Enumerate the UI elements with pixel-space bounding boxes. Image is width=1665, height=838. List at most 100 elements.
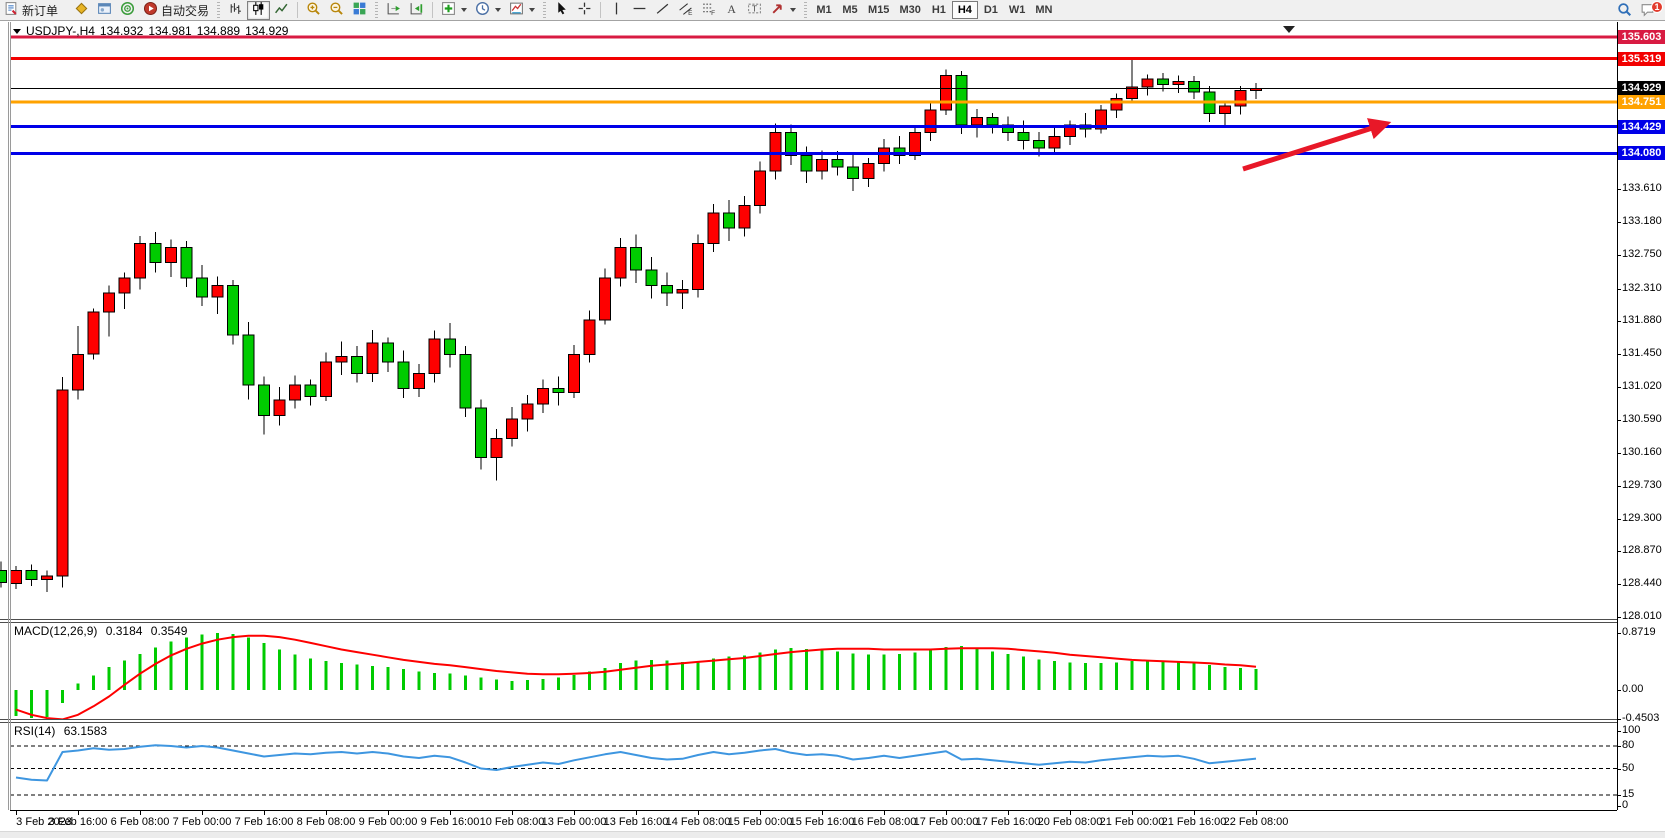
rsi-indicator-pane[interactable] xyxy=(0,722,1617,810)
rsi-tick xyxy=(1617,731,1621,732)
price-tick-label: 128.870 xyxy=(1622,544,1662,556)
templates-icon xyxy=(509,1,524,19)
macd-tick-label: 0.8719 xyxy=(1622,626,1656,638)
line-chart-button[interactable] xyxy=(270,1,293,20)
price-tick xyxy=(1617,486,1621,487)
fibonacci-icon: F xyxy=(701,1,716,19)
macd-tick xyxy=(1617,719,1621,720)
bar-chart-button[interactable] xyxy=(224,1,247,20)
text-button[interactable]: A xyxy=(720,1,743,20)
toolbar-grip xyxy=(375,2,378,18)
timeframe-d1-button[interactable]: D1 xyxy=(978,1,1004,19)
chart-shift-marker xyxy=(1283,26,1295,33)
price-tick-label: 131.020 xyxy=(1622,380,1662,392)
indicators-button[interactable] xyxy=(437,1,471,20)
rsi-label: RSI(14) 63.1583 xyxy=(14,724,107,738)
trend-arrow-annotation xyxy=(1243,124,1385,169)
cursor-button[interactable] xyxy=(550,1,573,20)
toolbar-separator xyxy=(297,2,298,18)
horizontal-line-button[interactable] xyxy=(628,1,651,20)
rsi-tick xyxy=(1617,769,1621,770)
crosshair-button[interactable] xyxy=(573,1,596,20)
timeframe-m5-button[interactable]: M5 xyxy=(837,1,863,19)
timeframe-w1-button[interactable]: W1 xyxy=(1004,1,1031,19)
price-chart-pane[interactable] xyxy=(0,22,1617,619)
candlestick-chart-button[interactable] xyxy=(247,1,270,20)
new-order-button[interactable]: 新订单 xyxy=(0,1,62,20)
vertical-line-button[interactable] xyxy=(605,1,628,20)
time-tick xyxy=(450,811,451,815)
macd-indicator-pane[interactable] xyxy=(0,622,1617,719)
comments-button[interactable]: 1 xyxy=(1636,1,1659,20)
autotrading-button[interactable]: 自动交易 xyxy=(139,1,213,20)
dropdown-caret-icon xyxy=(529,8,535,12)
periods-icon xyxy=(475,1,490,19)
toolbar-grip xyxy=(217,2,220,18)
channel-icon: E xyxy=(678,1,693,19)
price-tick-label: 131.880 xyxy=(1622,314,1662,326)
time-tick xyxy=(1132,811,1133,815)
data-window-button[interactable] xyxy=(93,1,116,20)
timeframe-m1-button[interactable]: M1 xyxy=(811,1,837,19)
chart-window[interactable]: USDJPY-,H4 134.932 134.981 134.889 134.9… xyxy=(0,22,1665,838)
tile-windows-button[interactable] xyxy=(348,1,371,20)
dropdown-caret-icon xyxy=(790,8,796,12)
price-tick xyxy=(1617,387,1621,388)
time-tick xyxy=(1256,811,1257,815)
time-tick xyxy=(884,811,885,815)
time-tick xyxy=(388,811,389,815)
timeframe-m15-button[interactable]: M15 xyxy=(863,1,894,19)
price-level-badge: 135.319 xyxy=(1618,52,1665,66)
ohlc-low: 134.889 xyxy=(197,24,240,38)
toolbar-grip xyxy=(543,2,546,18)
time-tick xyxy=(1008,811,1009,815)
fibonacci-button[interactable]: F xyxy=(697,1,720,20)
signals-button[interactable] xyxy=(116,1,139,20)
macd-tick xyxy=(1617,690,1621,691)
price-level-badge: 134.929 xyxy=(1618,81,1665,95)
timeframe-h4-button[interactable]: H4 xyxy=(952,1,978,19)
time-tick xyxy=(760,811,761,815)
auto-scroll-icon xyxy=(386,1,401,19)
toolbar-separator xyxy=(600,2,601,18)
chart-shift-button[interactable] xyxy=(405,1,428,20)
vline-icon xyxy=(609,1,624,19)
market-watch-button[interactable] xyxy=(70,1,93,20)
shapes-button[interactable] xyxy=(766,1,800,20)
auto-scroll-button[interactable] xyxy=(382,1,405,20)
time-tick xyxy=(16,811,17,815)
price-level-badge: 134.751 xyxy=(1618,95,1665,109)
time-axis[interactable]: 3 Feb 20233 Feb 16:006 Feb 08:007 Feb 00… xyxy=(0,810,1665,831)
cursor-icon xyxy=(554,1,569,19)
chart-shift-icon xyxy=(409,1,424,19)
price-level-badge: 134.429 xyxy=(1618,120,1665,134)
shapes-icon xyxy=(770,1,785,19)
zoom-out-button[interactable] xyxy=(325,1,348,20)
timeframe-mn-button[interactable]: MN xyxy=(1030,1,1057,19)
templates-button[interactable] xyxy=(505,1,539,20)
periods-button[interactable] xyxy=(471,1,505,20)
toolbar-grip xyxy=(804,2,807,18)
indicators-icon xyxy=(441,1,456,19)
equidistant-channel-button[interactable]: E xyxy=(674,1,697,20)
zoom-in-button[interactable] xyxy=(302,1,325,20)
main-toolbar: 新订单 自动交易 EFAT M1M5M15M30H1H4D1W1MN 1 xyxy=(0,0,1665,21)
price-tick xyxy=(1617,222,1621,223)
search-button[interactable] xyxy=(1613,1,1636,20)
timeframe-m30-button[interactable]: M30 xyxy=(894,1,925,19)
price-tick-label: 132.310 xyxy=(1622,282,1662,294)
text-icon: A xyxy=(724,1,739,19)
timeframe-h1-button[interactable]: H1 xyxy=(926,1,952,19)
price-tick-label: 131.450 xyxy=(1622,347,1662,359)
price-tick xyxy=(1617,453,1621,454)
tile-windows-icon xyxy=(352,1,367,19)
time-tick xyxy=(574,811,575,815)
window-edge-line xyxy=(10,22,11,812)
chart-dropdown-caret[interactable] xyxy=(13,29,21,34)
data-window-icon xyxy=(97,1,112,19)
text-label-button[interactable]: T xyxy=(743,1,766,20)
time-tick xyxy=(636,811,637,815)
price-tick xyxy=(1617,420,1621,421)
time-tick xyxy=(1070,811,1071,815)
trendline-button[interactable] xyxy=(651,1,674,20)
